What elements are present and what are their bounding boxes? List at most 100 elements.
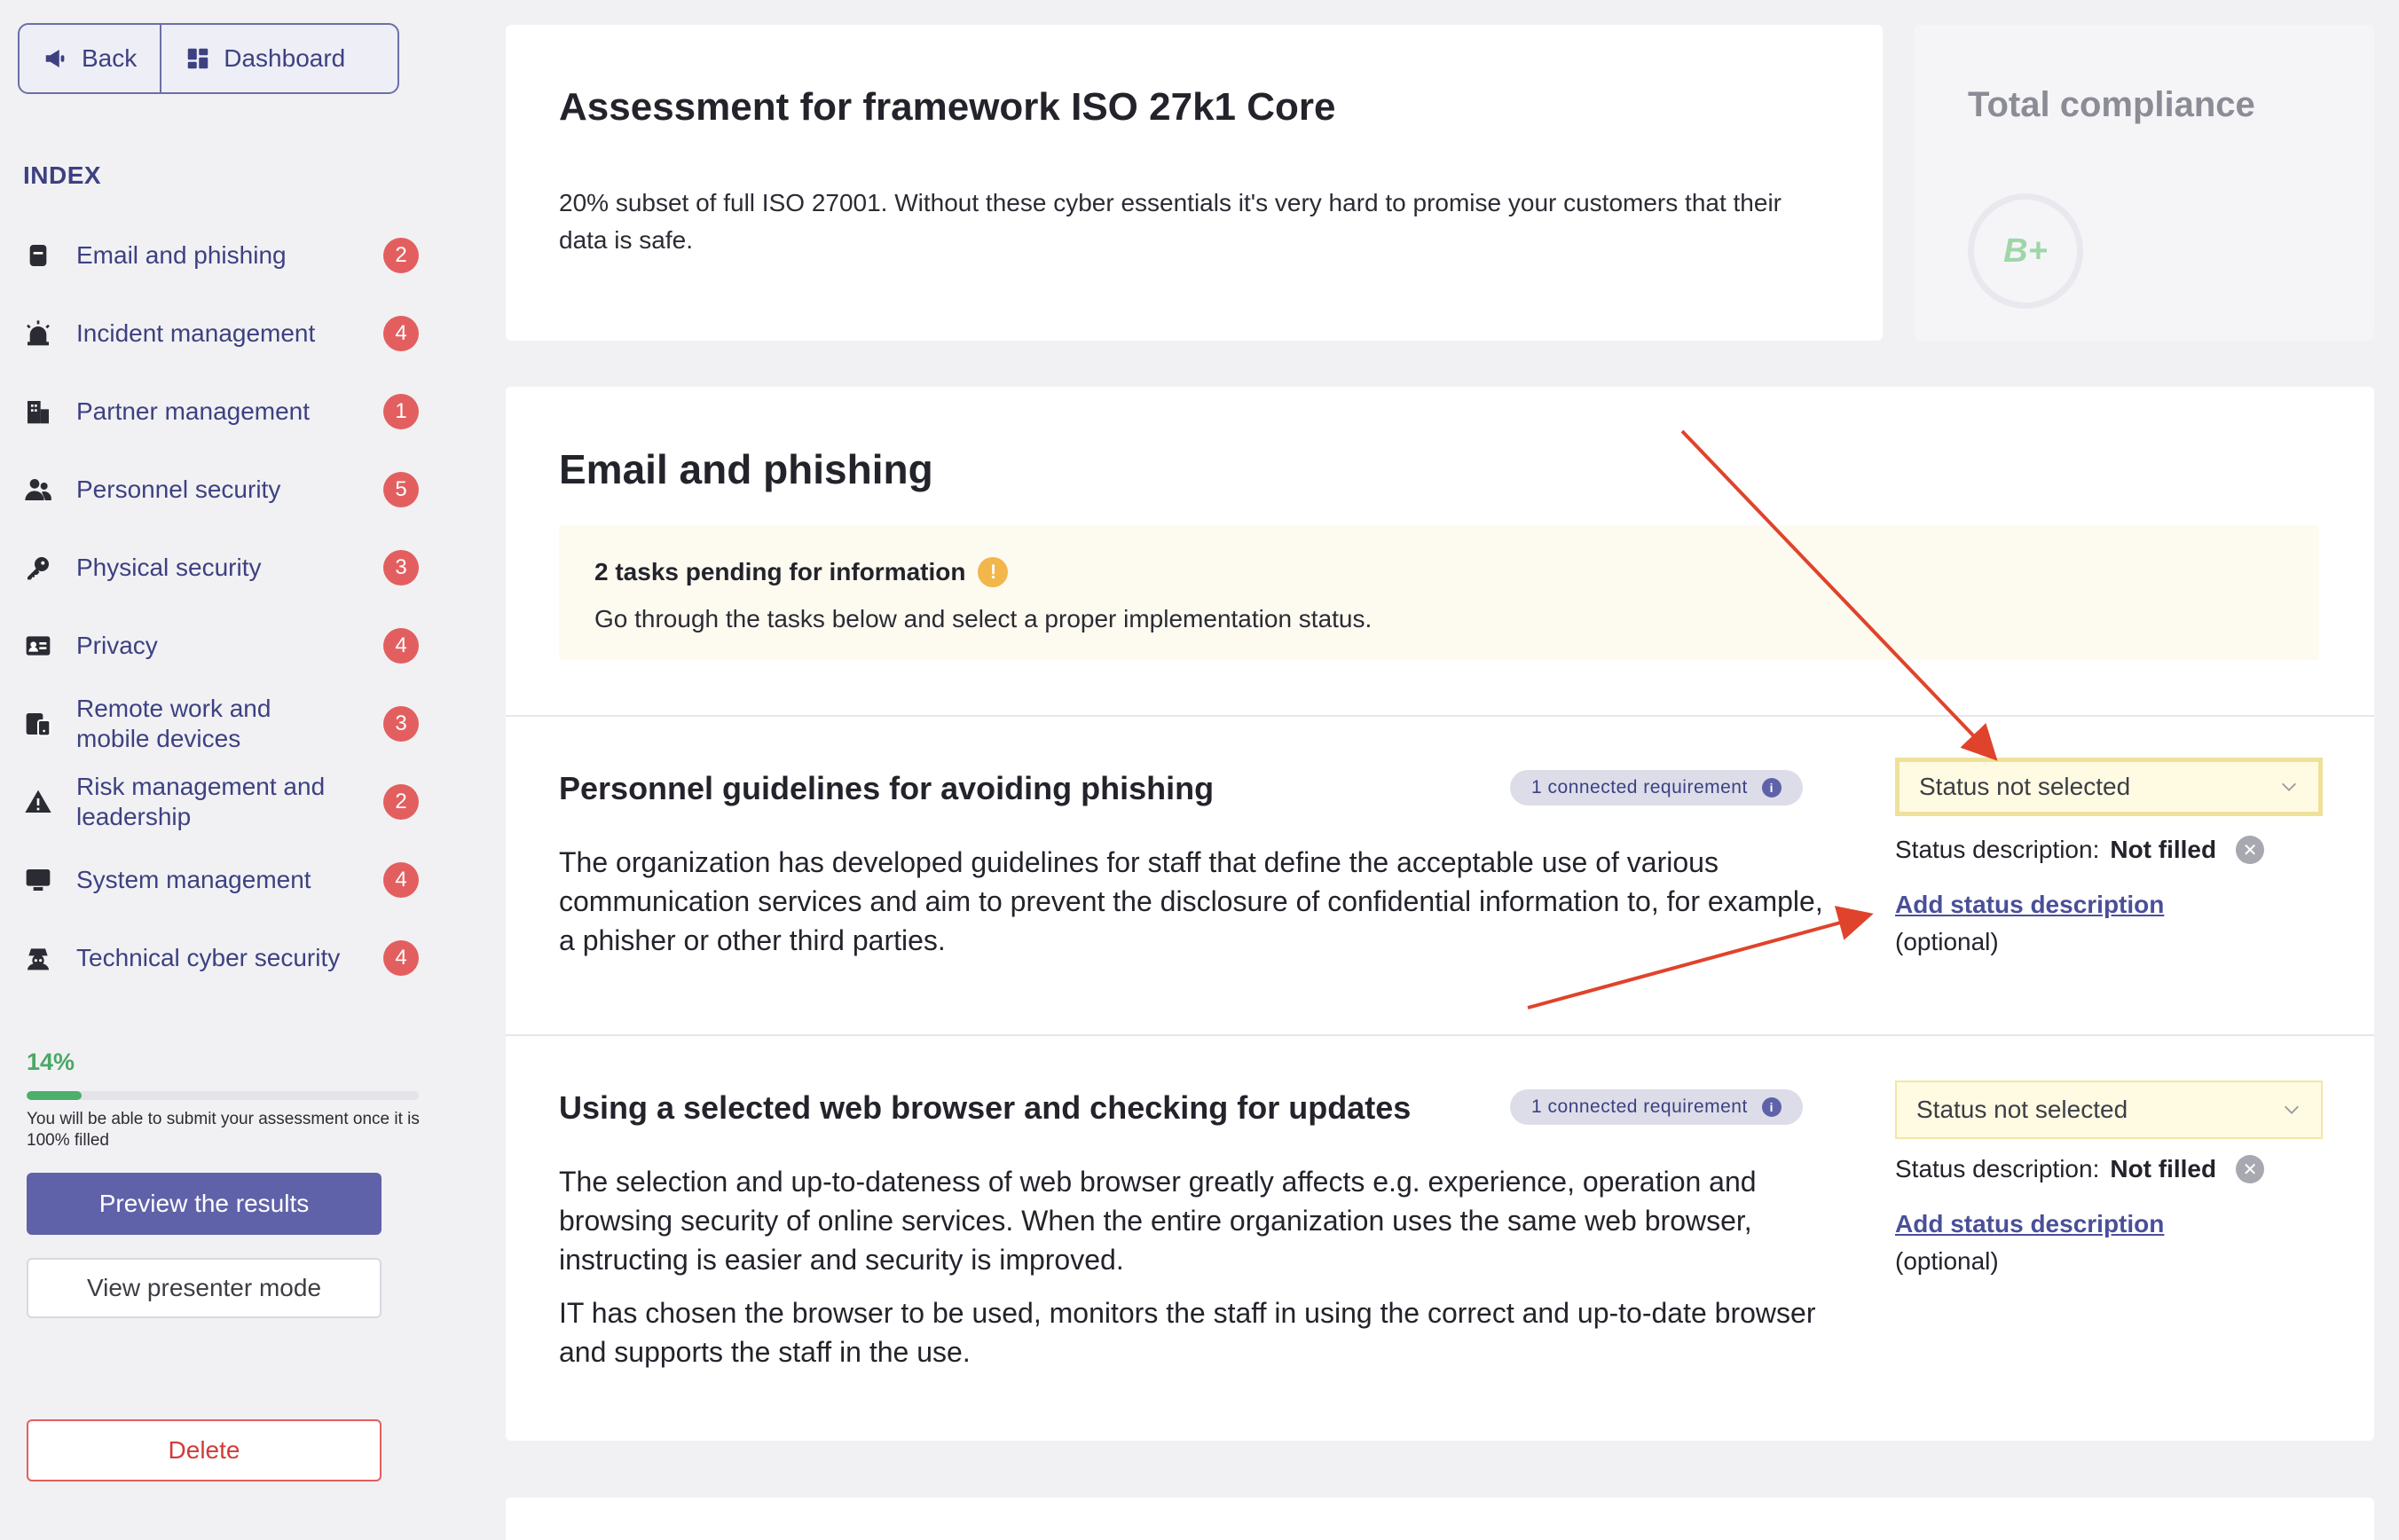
info-icon: i xyxy=(1761,778,1782,798)
notice-text: Go through the tasks below and select a … xyxy=(594,605,1373,632)
notice-heading: 2 tasks pending for information ! xyxy=(594,557,1009,587)
task-title: Using a selected web browser and checkin… xyxy=(559,1089,1412,1126)
dashboard-icon xyxy=(188,48,208,69)
progress-bar xyxy=(27,1091,419,1100)
page-title: Assessment for framework ISO 27k1 Core xyxy=(559,85,1336,129)
index-item-email-and-phishing[interactable]: Email and phishing 2 xyxy=(23,216,422,295)
status-description-label: Status description: xyxy=(1895,1155,2100,1182)
back-label: Back xyxy=(82,44,138,72)
index-item-label: Privacy xyxy=(76,632,158,659)
count-badge: 3 xyxy=(383,706,419,742)
index-list: Email and phishing 2 Incident management… xyxy=(23,216,422,997)
section-email-and-phishing: Email and phishing 2 tasks pending for i… xyxy=(506,387,2374,1441)
count-badge: 4 xyxy=(383,316,419,351)
chevron-down-icon xyxy=(2285,1105,2299,1114)
presenter-mode-button[interactable]: View presenter mode xyxy=(27,1258,381,1318)
status-select-value: Status not selected xyxy=(1916,1096,2128,1123)
progress-fill xyxy=(27,1091,82,1100)
next-section-card xyxy=(506,1497,2374,1540)
devices-icon xyxy=(23,709,53,739)
add-status-description-link[interactable]: Add status description xyxy=(1895,891,2164,919)
task-description: The organization has developed guideline… xyxy=(559,846,1823,956)
index-item-label: Technical cyber security xyxy=(76,944,341,971)
status-description-label: Status description: xyxy=(1895,836,2100,863)
back-button[interactable]: Back xyxy=(20,25,160,92)
chevron-down-icon xyxy=(2282,782,2296,791)
user-secret-icon xyxy=(23,943,53,973)
page-description: 20% subset of full ISO 27001. Without th… xyxy=(559,189,1782,254)
preview-results-button[interactable]: Preview the results xyxy=(27,1173,381,1235)
status-description-line: Status description: Not filled ✕ xyxy=(1895,836,2265,864)
status-description-line: Status description: Not filled ✕ xyxy=(1895,1155,2265,1183)
total-compliance-card: Total compliance B+ xyxy=(1915,25,2374,341)
alarm-icon xyxy=(23,318,53,349)
compliance-grade: B+ xyxy=(1968,193,2083,309)
index-item-label: Physical security xyxy=(76,554,262,581)
megaphone-icon xyxy=(45,50,65,67)
index-item-physical-security[interactable]: Physical security 3 xyxy=(23,529,422,607)
sidebar: Back Dashboard INDEX Email and phishing … xyxy=(0,0,444,1540)
nav-button-group: Back Dashboard xyxy=(18,23,399,94)
divider xyxy=(506,715,2374,717)
task-description-extra: IT has chosen the browser to be used, mo… xyxy=(559,1297,1816,1368)
index-item-privacy[interactable]: Privacy 4 xyxy=(23,607,422,685)
assessment-header-card: Assessment for framework ISO 27k1 Core 2… xyxy=(506,25,1883,341)
warning-icon: ! xyxy=(978,557,1009,587)
warning-icon xyxy=(23,787,53,817)
index-item-label: Incident management xyxy=(76,319,316,347)
key-icon xyxy=(23,553,53,583)
add-status-description-link[interactable]: Add status description xyxy=(1895,1210,2164,1238)
task-description: The selection and up-to-dateness of web … xyxy=(559,1166,1757,1276)
index-item-label: System management xyxy=(76,866,311,893)
index-item-incident-management[interactable]: Incident management 4 xyxy=(23,295,422,373)
index-title: INDEX xyxy=(23,161,102,189)
count-badge: 5 xyxy=(383,472,419,507)
task-title: Personnel guidelines for avoiding phishi… xyxy=(559,770,1215,806)
optional-label: (optional) xyxy=(1895,928,1999,955)
count-badge: 4 xyxy=(383,940,419,976)
info-icon: i xyxy=(1761,1097,1782,1117)
connected-requirement-pill[interactable]: 1 connected requirement i xyxy=(1510,770,1803,805)
index-item-technical-cyber-security[interactable]: Technical cyber security 4 xyxy=(23,919,422,997)
status-description-value: Not filled xyxy=(2110,1155,2217,1182)
compliance-title: Total compliance xyxy=(1968,85,2255,124)
clear-icon[interactable]: ✕ xyxy=(2236,1155,2265,1183)
dashboard-label: Dashboard xyxy=(224,44,346,72)
index-item-label: Partner management xyxy=(76,397,311,425)
requirement-label: 1 connected requirement xyxy=(1531,1096,1748,1117)
status-select[interactable]: Status not selected xyxy=(1895,1080,2323,1139)
monitor-icon xyxy=(23,865,53,895)
notice-title: 2 tasks pending for information xyxy=(594,558,966,585)
requirement-label: 1 connected requirement xyxy=(1531,777,1748,798)
id-card-icon xyxy=(23,631,53,661)
index-item-risk-management[interactable]: Risk management and leadership 2 xyxy=(23,763,422,841)
index-item-system-management[interactable]: System management 4 xyxy=(23,841,422,919)
count-badge: 2 xyxy=(383,238,419,273)
email-icon xyxy=(23,240,53,271)
connected-requirement-pill[interactable]: 1 connected requirement i xyxy=(1510,1089,1803,1125)
clear-icon[interactable]: ✕ xyxy=(2236,836,2265,864)
index-item-label: Remote work and mobile devices xyxy=(76,695,271,752)
index-item-label: Email and phishing xyxy=(76,241,287,269)
optional-label: (optional) xyxy=(1895,1247,1999,1275)
users-icon xyxy=(23,475,53,505)
count-badge: 4 xyxy=(383,862,419,898)
count-badge: 3 xyxy=(383,550,419,585)
index-item-remote-work[interactable]: Remote work and mobile devices 3 xyxy=(23,685,422,763)
pending-notice: 2 tasks pending for information ! Go thr… xyxy=(559,525,2319,660)
count-badge: 2 xyxy=(383,784,419,820)
dashboard-button[interactable]: Dashboard xyxy=(160,25,368,92)
status-select[interactable]: Status not selected xyxy=(1895,758,2323,816)
status-description-value: Not filled xyxy=(2110,836,2217,863)
index-item-partner-management[interactable]: Partner management 1 xyxy=(23,373,422,451)
count-badge: 1 xyxy=(383,394,419,429)
status-select-value: Status not selected xyxy=(1919,773,2131,800)
delete-button[interactable]: Delete xyxy=(27,1419,381,1481)
divider xyxy=(506,1034,2374,1036)
index-item-personnel-security[interactable]: Personnel security 5 xyxy=(23,451,422,529)
index-item-label: Personnel security xyxy=(76,475,281,503)
building-icon xyxy=(23,397,53,427)
progress-percent: 14% xyxy=(27,1049,75,1075)
index-item-label: Risk management and leadership xyxy=(76,773,326,830)
count-badge: 4 xyxy=(383,628,419,664)
